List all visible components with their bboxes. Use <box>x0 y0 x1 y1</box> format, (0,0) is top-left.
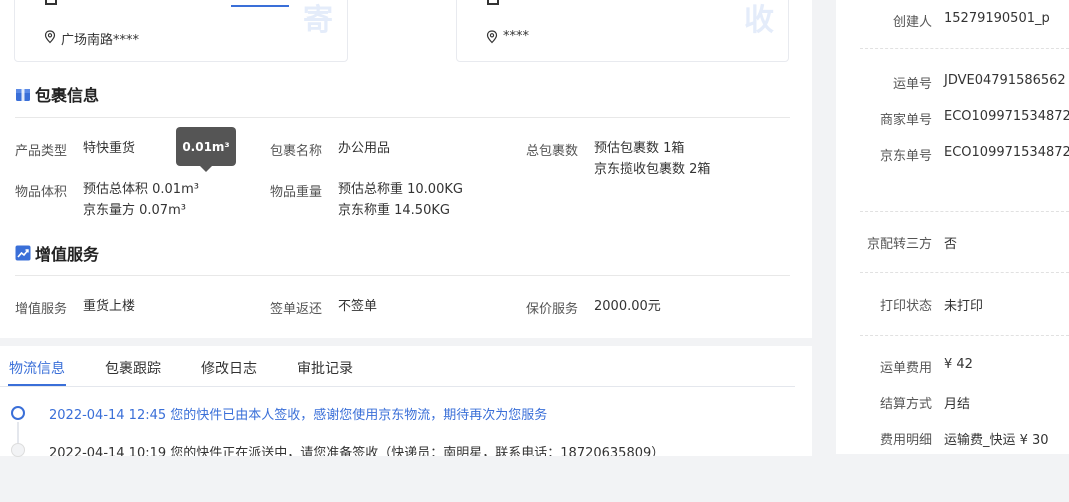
timeline-entry: 2022-04-14 12:45 您的快件已由本人签收，感谢您使用京东物流，期待… <box>49 408 548 423</box>
location-pin-icon <box>44 30 56 44</box>
side-row-jd-no: 京东单号 ECO109971534872 <box>879 145 1069 164</box>
side-divider <box>860 272 1069 273</box>
receiver-card: **** 收 <box>456 0 789 62</box>
receiver-address: **** <box>503 29 529 44</box>
side-row-fee: 运单费用 ¥ 42 <box>879 357 973 376</box>
side-row-third-party: 京配转三方 否 <box>866 237 958 252</box>
building-icon <box>45 0 57 5</box>
receiver-watermark: 收 <box>744 3 774 38</box>
location-pin-icon <box>486 30 498 44</box>
sender-address: 广场南路**** <box>61 33 140 48</box>
value-added-divider <box>15 275 790 276</box>
tab-package-tracking[interactable]: 包裹跟踪 <box>105 358 161 378</box>
timeline-dot <box>11 406 25 420</box>
side-row-merchant-no: 商家单号 ECO109971534872 <box>879 109 1069 128</box>
sender-card: 广场南路**** 寄 <box>14 0 348 62</box>
tab-change-log[interactable]: 修改日志 <box>201 358 257 378</box>
package-divider <box>15 117 790 118</box>
side-row-settlement: 结算方式 月结 <box>879 397 971 412</box>
side-row-waybill-no: 运单号 JDVE04791586562 <box>892 73 1066 92</box>
package-icon <box>16 89 30 101</box>
order-summary-sidebar: 创建人 15279190501_p 运单号 JDVE04791586562 商家… <box>836 0 1069 454</box>
side-divider <box>860 335 1069 336</box>
logistics-tabs: 物流信息 包裹跟踪 修改日志 审批记录 <box>0 346 795 387</box>
side-row-fee-detail: 费用明细 运输费_快运 ¥ 30 <box>879 433 1049 448</box>
timeline-entry: 2022-04-14 10:19 您的快件正在派送中，请您准备签收（快递员：南明… <box>49 446 665 456</box>
side-divider <box>860 48 1069 49</box>
side-row-print-status: 打印状态 未打印 <box>879 299 984 314</box>
order-detail-panel: 广场南路**** 寄 **** 收 包裹信息 产品类型 特快重货 0.01m³ … <box>0 0 812 338</box>
active-indicator <box>231 5 289 7</box>
volume-tooltip: 0.01m³ <box>176 127 236 172</box>
value-added-section-title: 增值服务 <box>15 241 99 265</box>
sender-watermark: 寄 <box>303 3 333 38</box>
building-icon <box>487 0 499 5</box>
package-section-title: 包裹信息 <box>15 82 99 106</box>
logistics-panel: 物流信息 包裹跟踪 修改日志 审批记录 2022-04-14 12:45 您的快… <box>0 346 812 456</box>
trend-chart-icon <box>15 245 31 261</box>
side-row-creator: 创建人 15279190501_p <box>892 11 1050 30</box>
tab-approval-records[interactable]: 审批记录 <box>297 358 353 378</box>
timeline-dot <box>11 443 25 457</box>
tab-logistics-info[interactable]: 物流信息 <box>9 358 65 378</box>
active-tab-indicator <box>8 384 66 386</box>
side-divider <box>860 211 1069 212</box>
